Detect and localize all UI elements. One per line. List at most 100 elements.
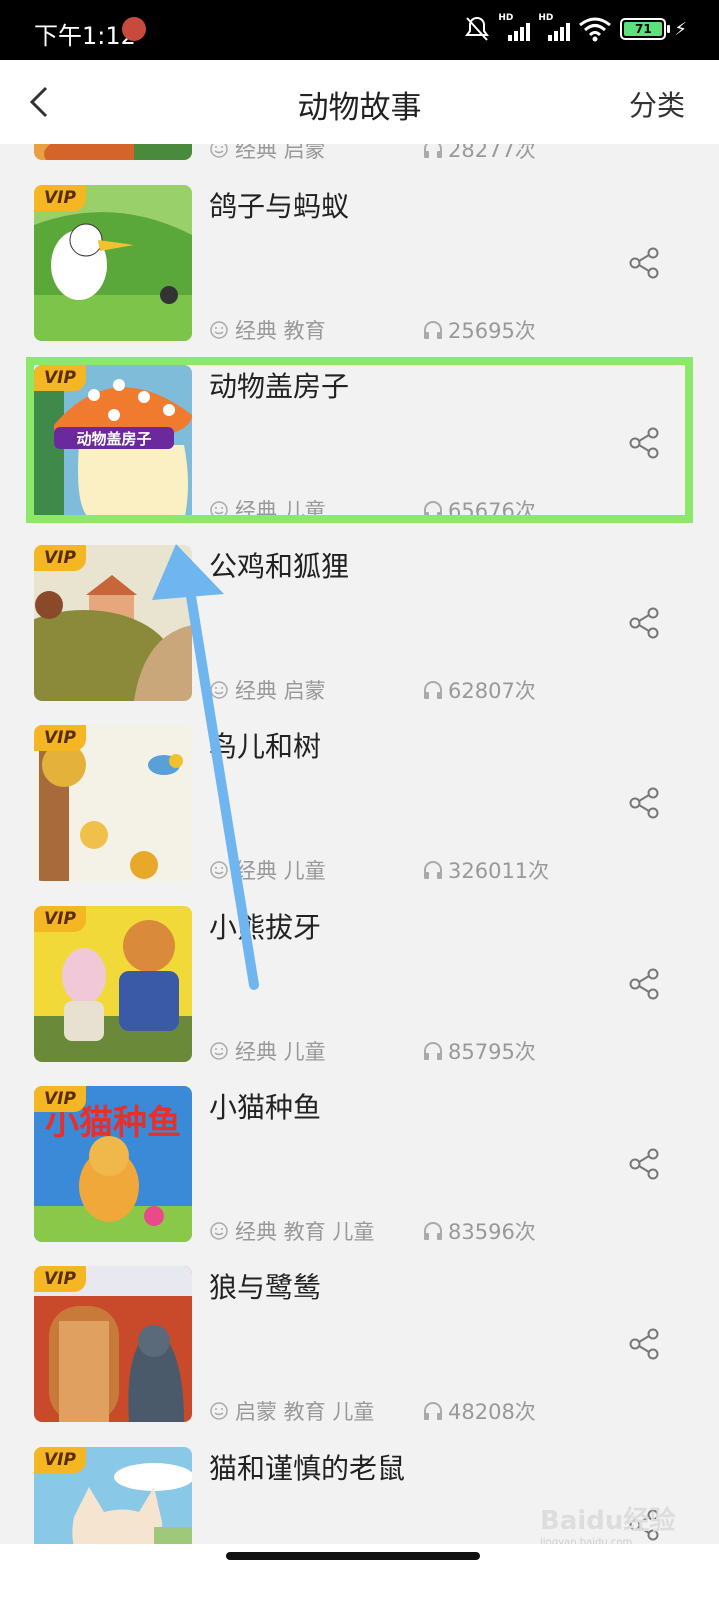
category-button[interactable]: 分类	[629, 84, 685, 124]
tags-text: 经典 教育	[235, 319, 326, 343]
story-title[interactable]: 鸽子与蚂蚁	[209, 185, 349, 225]
tags-text: 经典 启蒙	[235, 144, 326, 162]
vip-badge: VIP	[34, 906, 86, 932]
plays-text: 85795次	[448, 1040, 536, 1064]
story-tags: 经典 教育 儿童	[209, 1216, 374, 1246]
list-item[interactable]: VIP 小熊拔牙 经典 儿童 85795次	[0, 906, 719, 1086]
share-icon[interactable]	[626, 605, 662, 641]
plays-text: 62807次	[448, 679, 536, 703]
battery-icon: 71	[620, 18, 671, 40]
tags-text: 经典 教育 儿童	[235, 1220, 375, 1244]
wifi-icon	[579, 17, 612, 42]
play-count: 65676次	[422, 495, 536, 525]
share-icon[interactable]	[626, 966, 662, 1002]
signal-icon-2: HD	[538, 13, 571, 43]
story-tags: 启蒙 教育 儿童	[209, 1396, 374, 1426]
smile-icon	[210, 861, 228, 879]
story-title[interactable]: 小猫种鱼	[209, 1086, 321, 1126]
share-icon[interactable]	[626, 425, 662, 461]
story-thumbnail[interactable]: VIP	[34, 906, 192, 1062]
list-item[interactable]: VIP 公鸡和狐狸 经典 启蒙 62807次	[0, 545, 719, 725]
headphones-icon	[424, 1042, 442, 1060]
smile-icon	[210, 1402, 228, 1420]
smile-icon	[210, 501, 228, 519]
play-count: 62807次	[422, 675, 536, 705]
watermark: Baidu经验 jingyan.baidu.com	[540, 1500, 675, 1548]
headphones-icon	[424, 861, 442, 879]
list-item[interactable]: VIP 狼与鹭鸶 启蒙 教育 儿童 48208次	[0, 1266, 719, 1446]
tags-text: 经典 儿童	[235, 1040, 326, 1064]
story-title[interactable]: 狼与鹭鸶	[209, 1266, 321, 1306]
vip-badge: VIP	[34, 1266, 86, 1292]
story-thumbnail[interactable]: VIP	[34, 1447, 192, 1544]
story-title[interactable]: 公鸡和狐狸	[209, 545, 349, 585]
smile-icon	[210, 321, 228, 339]
battery-level: 71	[624, 22, 663, 36]
story-thumbnail[interactable]: 动物盖房子 VIP	[34, 365, 192, 521]
story-list[interactable]: 经典 启蒙 28277次 VIP 鸽子与蚂蚁 经典 教育 25695次 动物盖房…	[0, 144, 719, 1544]
watermark-text: Baidu经验	[540, 1506, 676, 1536]
plays-text: 65676次	[448, 499, 536, 523]
list-item[interactable]: VIP 鸟儿和树 经典 儿童 326011次	[0, 725, 719, 905]
story-title[interactable]: 猫和谨慎的老鼠	[209, 1447, 405, 1487]
vip-badge: VIP	[34, 185, 86, 211]
tags-text: 经典 儿童	[235, 499, 326, 523]
vip-badge: VIP	[34, 545, 86, 571]
share-icon[interactable]	[626, 245, 662, 281]
vip-badge: VIP	[34, 1447, 86, 1473]
signal-icon-1: HD	[498, 13, 531, 43]
play-count: 85795次	[422, 1036, 536, 1066]
story-thumbnail[interactable]: VIP	[34, 545, 192, 701]
tags-text: 经典 启蒙	[235, 679, 326, 703]
story-title[interactable]: 小熊拔牙	[209, 906, 321, 946]
page-title: 动物故事	[297, 90, 422, 126]
story-thumbnail[interactable]	[34, 144, 192, 160]
headphones-icon	[424, 681, 442, 699]
play-count: 83596次	[422, 1216, 536, 1246]
status-bar: 下午1:12 HD HD 71 ⚡	[0, 0, 719, 60]
story-thumbnail[interactable]: 小猫种鱼 VIP	[34, 1086, 192, 1242]
story-tags: 经典 教育	[209, 315, 326, 345]
headphones-icon	[424, 321, 442, 339]
share-icon[interactable]	[626, 1146, 662, 1182]
headphones-icon	[424, 1402, 442, 1420]
headphones-icon	[424, 1222, 442, 1240]
status-time: 下午1:12	[34, 22, 136, 50]
plays-text: 28277次	[448, 144, 536, 162]
story-tags: 经典 启蒙	[209, 675, 326, 705]
charging-icon: ⚡	[674, 18, 687, 40]
play-count: 28277次	[422, 144, 536, 164]
vip-badge: VIP	[34, 1086, 86, 1112]
list-item[interactable]: 小猫种鱼 VIP 小猫种鱼 经典 教育 儿童 83596次	[0, 1086, 719, 1266]
thumb-caption: 动物盖房子	[76, 430, 151, 448]
story-thumbnail[interactable]: VIP	[34, 725, 192, 881]
story-tags: 经典 儿童	[209, 855, 326, 885]
play-count: 48208次	[422, 1396, 536, 1426]
share-icon[interactable]	[626, 785, 662, 821]
smile-icon	[210, 681, 228, 699]
status-icons: HD HD 71 ⚡	[464, 13, 687, 43]
headphones-icon	[424, 501, 442, 519]
story-thumbnail[interactable]: VIP	[34, 185, 192, 341]
list-item[interactable]: 经典 启蒙 28277次	[0, 144, 719, 184]
hd-label: HD	[538, 13, 554, 23]
bell-muted-icon	[465, 16, 490, 41]
story-thumbnail[interactable]: VIP	[34, 1266, 192, 1422]
story-title[interactable]: 动物盖房子	[209, 365, 349, 405]
story-tags: 经典 启蒙	[209, 144, 326, 164]
story-tags: 经典 儿童	[209, 1036, 326, 1066]
hd-label: HD	[498, 13, 514, 23]
play-count: 25695次	[422, 315, 536, 345]
vip-badge: VIP	[34, 365, 86, 391]
smile-icon	[210, 144, 228, 158]
story-title[interactable]: 鸟儿和树	[209, 725, 321, 765]
play-count: 326011次	[422, 855, 549, 885]
plays-text: 48208次	[448, 1400, 536, 1424]
home-indicator[interactable]	[226, 1552, 480, 1560]
story-tags: 经典 儿童	[209, 495, 326, 525]
smile-icon	[210, 1042, 228, 1060]
list-item[interactable]: 动物盖房子 VIP 动物盖房子 经典 儿童 65676次	[0, 365, 719, 545]
list-item[interactable]: VIP 鸽子与蚂蚁 经典 教育 25695次	[0, 185, 719, 365]
tags-text: 启蒙 教育 儿童	[235, 1400, 375, 1424]
share-icon[interactable]	[626, 1326, 662, 1362]
